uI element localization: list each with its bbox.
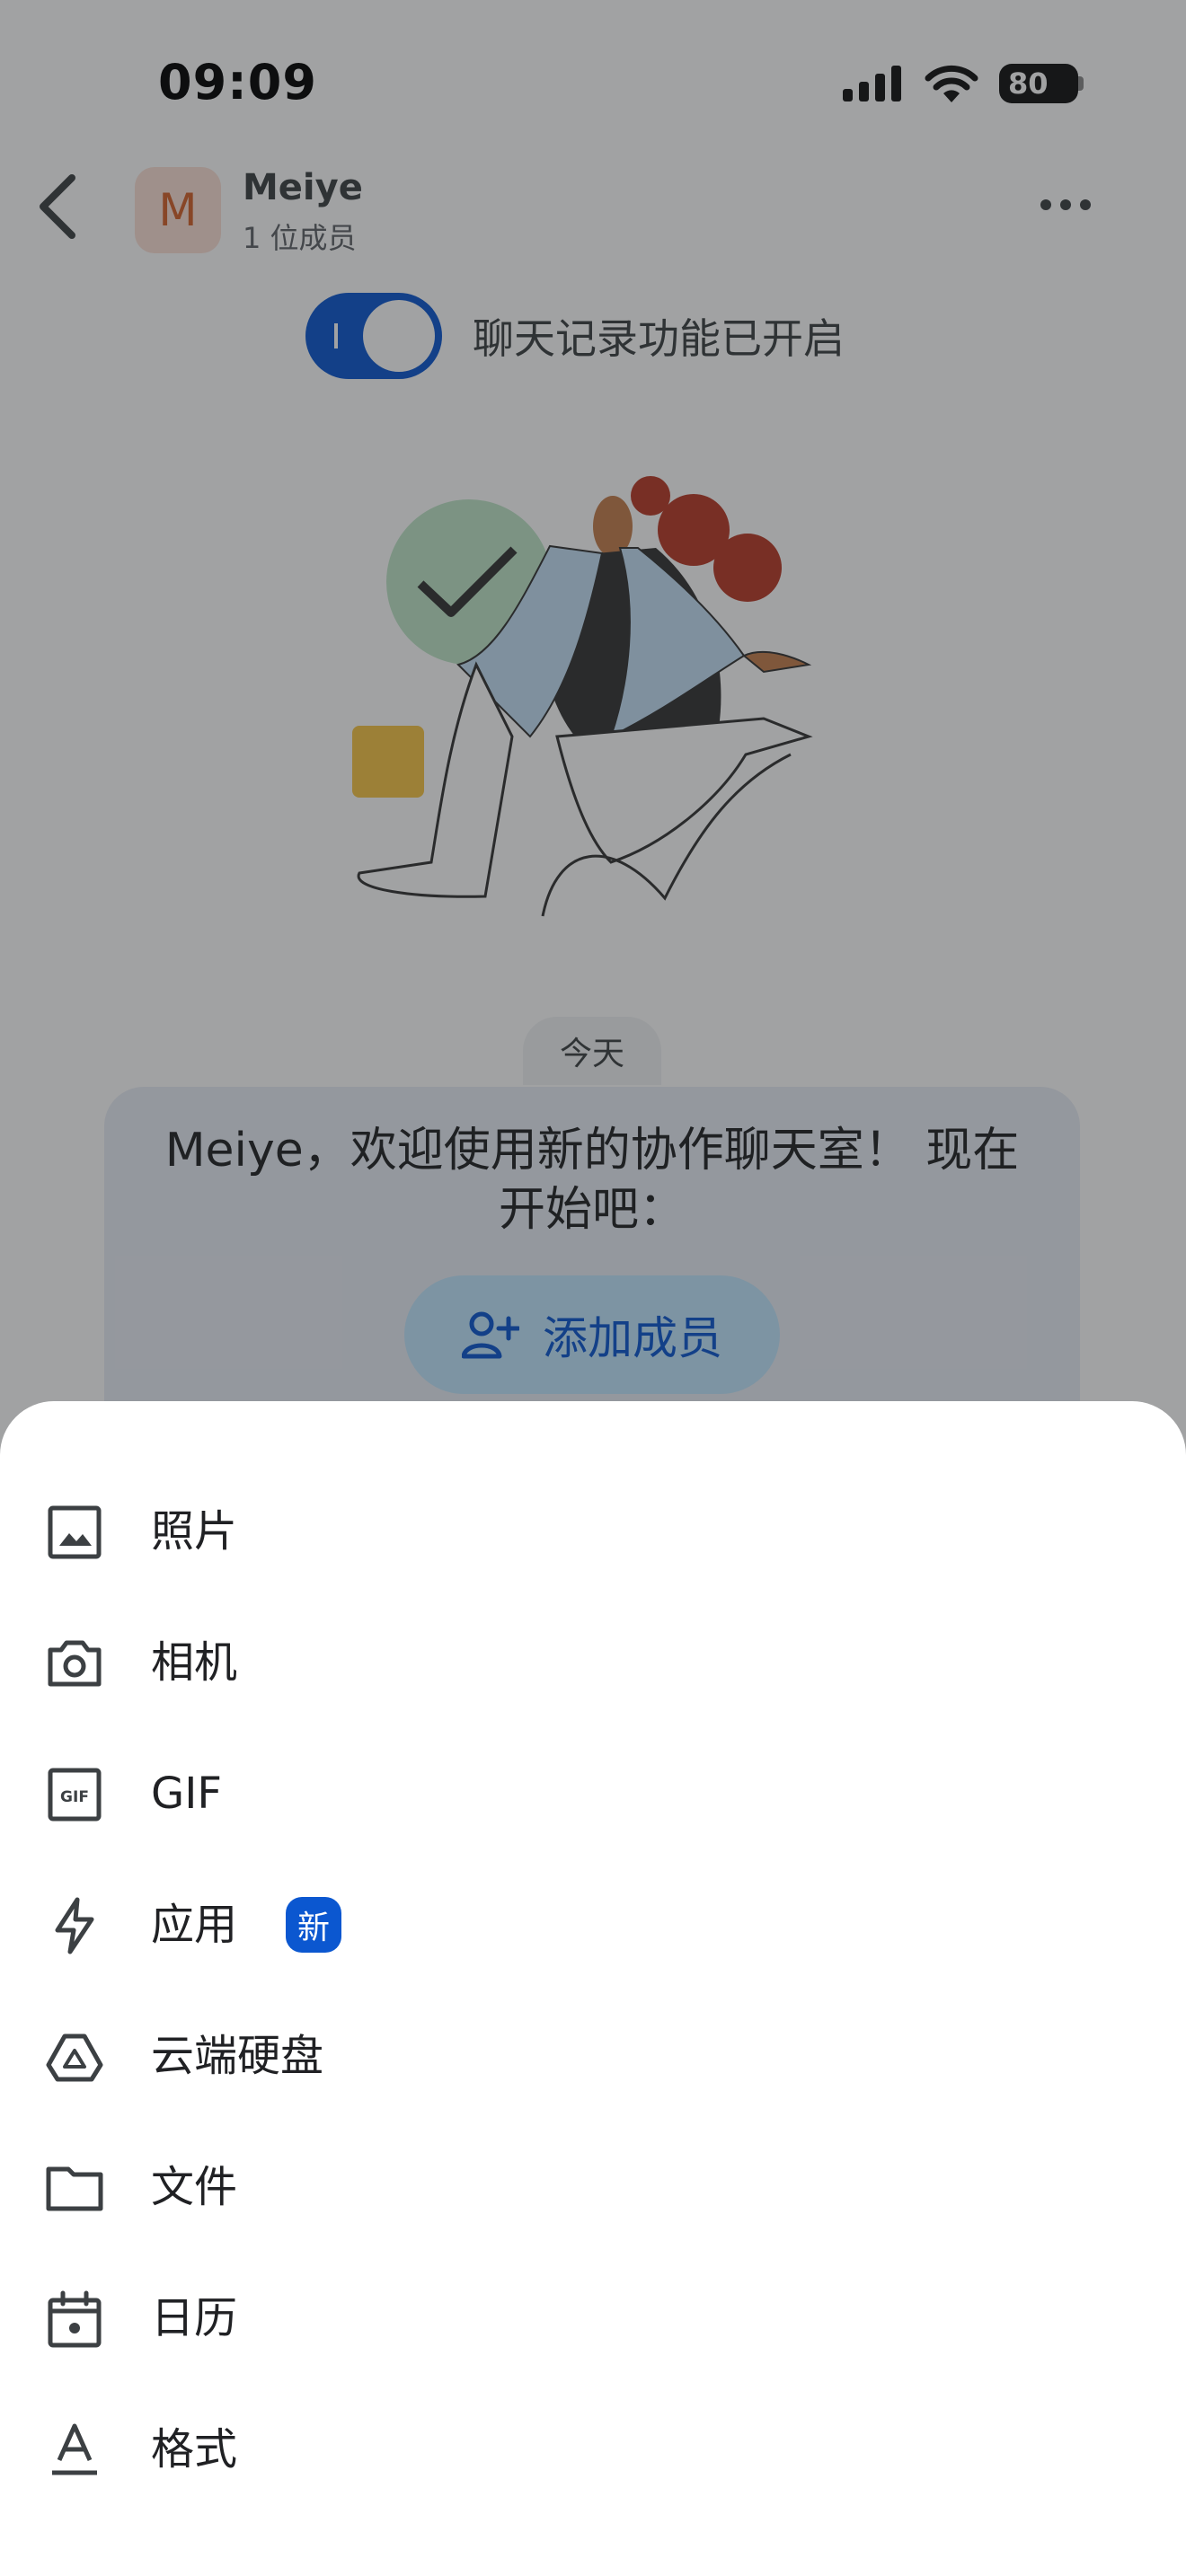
menu-item-photos[interactable]: 照片 (0, 1466, 1186, 1597)
menu-item-label: GIF (151, 1769, 222, 1819)
drive-icon (46, 2033, 103, 2082)
menu-item-drive[interactable]: 云端硬盘 (0, 1990, 1186, 2122)
menu-item-label: 照片 (151, 1506, 238, 1557)
svg-text:GIF: GIF (60, 1788, 89, 1806)
menu-item-label: 云端硬盘 (151, 2031, 324, 2081)
menu-item-label: 相机 (151, 1637, 238, 1688)
lightning-icon (55, 1897, 94, 1954)
menu-item-label: 格式 (151, 2424, 238, 2475)
menu-item-camera[interactable]: 相机 (0, 1597, 1186, 1728)
menu-item-files[interactable]: 文件 (0, 2122, 1186, 2253)
menu-item-format[interactable]: 格式 (0, 2384, 1186, 2515)
calendar-icon (48, 2290, 102, 2348)
image-icon (48, 1505, 102, 1559)
menu-item-label: 应用 (151, 1900, 238, 1950)
camera-icon (48, 1640, 102, 1687)
menu-item-gif[interactable]: GIF GIF (0, 1728, 1186, 1859)
text-format-icon (52, 2423, 97, 2475)
menu-item-calendar[interactable]: 日历 (0, 2253, 1186, 2384)
screen: 09:09 80 M Meiye 1 位成员 聊天记录功能已开启 今天 Meiy… (0, 0, 1186, 2576)
gif-icon: GIF (48, 1768, 102, 1822)
menu-item-label: 文件 (151, 2162, 238, 2212)
attachment-sheet: 照片 相机 GIF GIF 应用 新 云端硬盘 文件 日历 格式 (0, 1401, 1186, 2576)
new-badge: 新 (286, 1897, 341, 1953)
folder-icon (46, 2166, 103, 2211)
menu-item-label: 日历 (151, 2293, 238, 2343)
menu-item-apps[interactable]: 应用 新 (0, 1859, 1186, 1990)
